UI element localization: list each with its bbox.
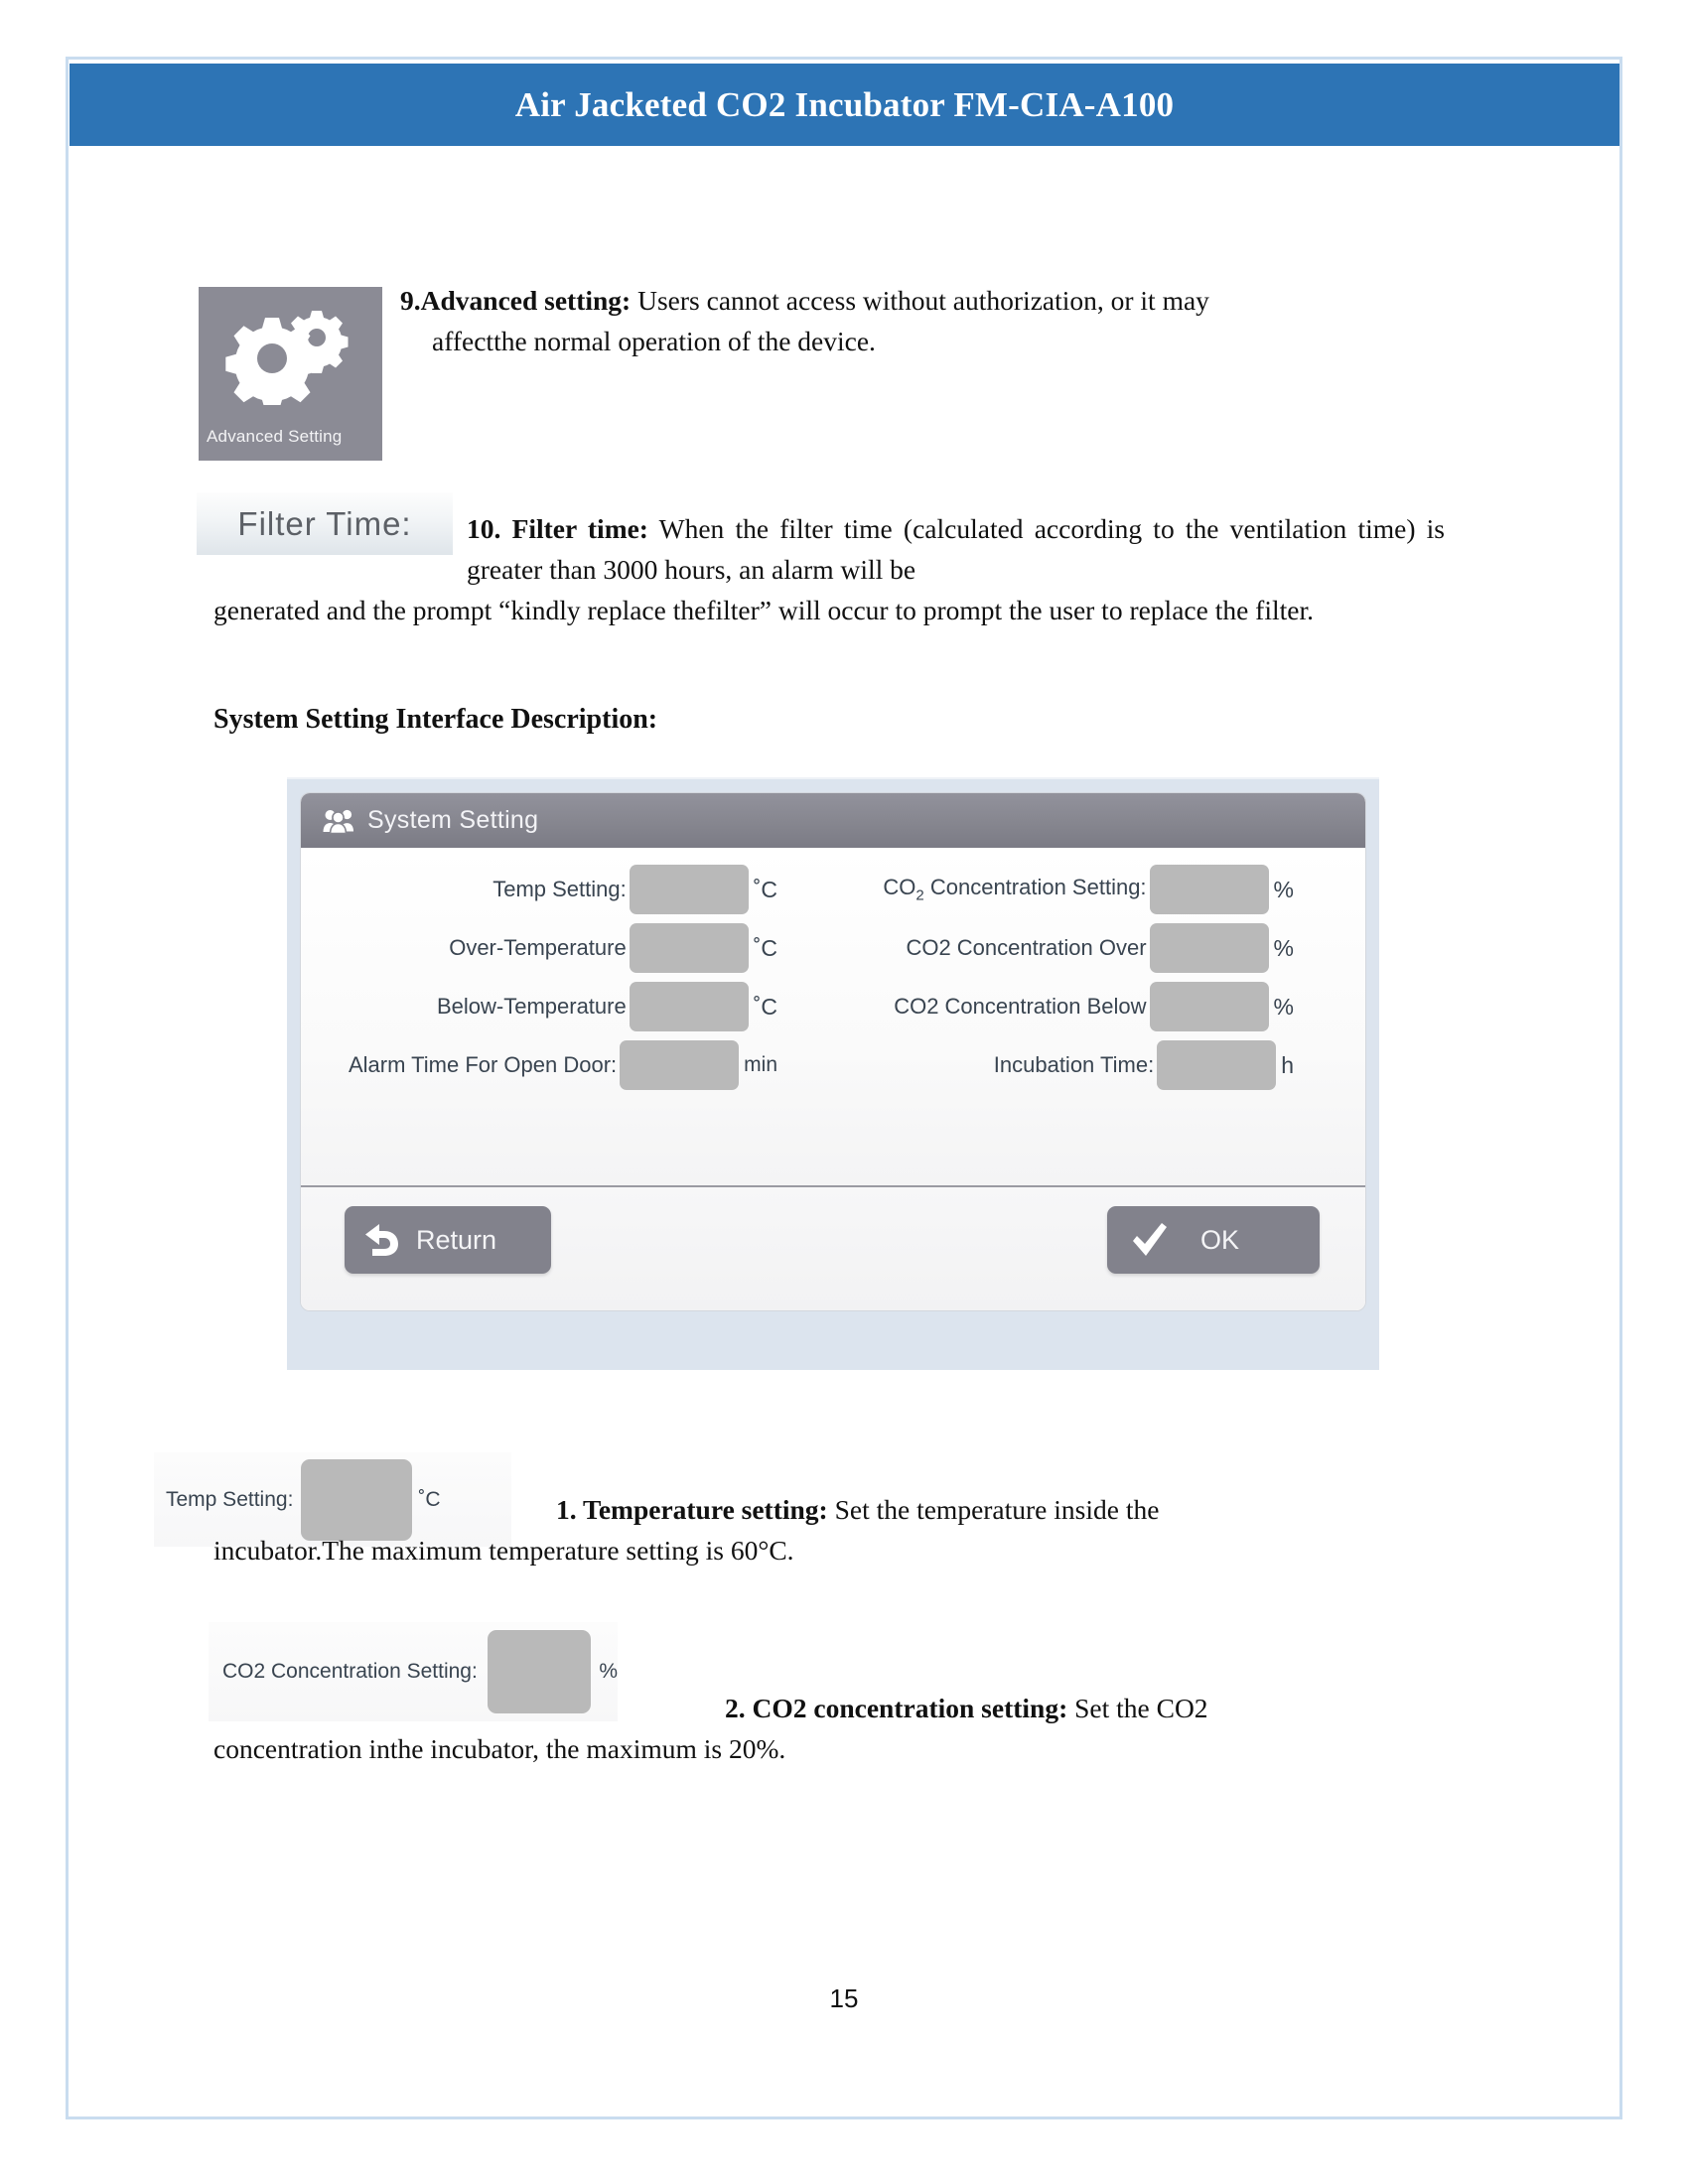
filter-time-chip-label: Filter Time: — [237, 504, 412, 542]
label-over-temperature: Over-Temperature — [449, 935, 627, 960]
unit-alarm-time-open-door: min — [744, 1053, 777, 1076]
field-row-co2-concentration-over: CO2 Concentration Over % — [817, 920, 1294, 976]
co2-setting-title: CO2 concentration setting: — [752, 1693, 1068, 1723]
unit-co2-concentration-over: % — [1273, 934, 1294, 961]
label-temp-setting: Temp Setting: — [492, 877, 627, 901]
advanced-setting-icon-caption: Advanced Setting — [207, 427, 343, 446]
co2-setting-number: 2. — [725, 1693, 753, 1723]
gears-icon — [225, 311, 349, 405]
field-row-alarm-time-open-door: Alarm Time For Open Door: min — [301, 1037, 777, 1093]
callout-input-temp-setting[interactable] — [301, 1458, 413, 1541]
page-title: Air Jacketed CO2 Incubator FM-CIA-A100 — [514, 84, 1175, 124]
ok-button-label: OK — [1200, 1224, 1240, 1255]
page-number: 15 — [829, 1983, 859, 2013]
callout-label-temp-setting: Temp Setting: — [166, 1487, 294, 1511]
filter-time-chip: Filter Time: — [197, 492, 453, 555]
co2-setting-callout: CO2 Concentration Setting: % — [209, 1622, 618, 1721]
document-header-banner: Air Jacketed CO2 Incubator FM-CIA-A100 — [70, 64, 1619, 146]
input-incubation-time[interactable] — [1157, 1040, 1277, 1090]
label-co2-concentration-over: CO2 Concentration Over — [906, 935, 1147, 960]
label-co2-concentration-setting: CO2 Concentration Setting: — [883, 875, 1147, 904]
input-co2-concentration-setting[interactable] — [1149, 865, 1269, 914]
filter-time-number: 10. — [467, 513, 512, 544]
dialog-title: System Setting — [367, 806, 539, 834]
advanced-setting-text-line2: affectthe normal operation of the device… — [432, 326, 876, 356]
return-button[interactable]: Return — [345, 1206, 551, 1274]
dialog-titlebar: System Setting — [301, 793, 1365, 848]
advanced-setting-icon-tile: Advanced Setting — [199, 287, 382, 461]
system-setting-section-heading: System Setting Interface Description: — [213, 704, 658, 735]
input-co2-concentration-below[interactable] — [1149, 982, 1269, 1031]
co2-setting-description-part2: concentration inthe incubator, the maxim… — [213, 1733, 786, 1764]
unit-incubation-time: h — [1281, 1051, 1294, 1078]
label-co2-concentration-below: CO2 Concentration Below — [894, 994, 1147, 1019]
field-row-below-temperature: Below-Temperature ˚C — [301, 979, 777, 1034]
temperature-setting-description-part2: incubator.The maximum temperature settin… — [213, 1535, 794, 1566]
dialog-form-area: Temp Setting: ˚C Over-Temperature ˚C Bel… — [301, 848, 1365, 1185]
input-temp-setting[interactable] — [629, 865, 749, 914]
advanced-setting-title: Advanced setting: — [420, 285, 632, 316]
advanced-setting-number: 9. — [400, 285, 421, 316]
ok-button[interactable]: OK — [1107, 1206, 1320, 1274]
filter-time-title: Filter time: — [511, 513, 648, 544]
filter-time-description-part1: 10. Filter time: When the filter time (c… — [467, 508, 1445, 590]
input-over-temperature[interactable] — [629, 923, 749, 973]
dialog-button-bar: Return OK — [301, 1185, 1365, 1310]
co2-setting-description-part1: 2. CO2 concentration setting: Set the CO… — [725, 1688, 1447, 1728]
advanced-setting-text-line1: Users cannot access without authorizatio… — [631, 285, 1209, 316]
unit-over-temperature: ˚C — [753, 934, 777, 961]
callout-label-co2-setting: CO2 Concentration Setting: — [222, 1660, 478, 1684]
input-below-temperature[interactable] — [629, 982, 749, 1031]
unit-temp-setting: ˚C — [753, 876, 777, 902]
co2-setting-text-part1: Set the CO2 — [1067, 1693, 1208, 1723]
return-button-label: Return — [416, 1224, 497, 1255]
advanced-setting-description: 9.Advanced setting: Users cannot access … — [400, 280, 1423, 361]
input-co2-concentration-over[interactable] — [1149, 923, 1269, 973]
filter-time-description-part2: generated and the prompt “kindly replace… — [213, 595, 1314, 625]
field-row-temp-setting: Temp Setting: ˚C — [301, 862, 777, 917]
field-row-co2-concentration-setting: CO2 Concentration Setting: % — [817, 862, 1294, 917]
field-row-over-temperature: Over-Temperature ˚C — [301, 920, 777, 976]
label-below-temperature: Below-Temperature — [436, 994, 627, 1019]
unit-below-temperature: ˚C — [753, 993, 777, 1020]
input-alarm-time-open-door[interactable] — [620, 1040, 740, 1090]
field-row-co2-concentration-below: CO2 Concentration Below % — [817, 979, 1294, 1034]
temperature-setting-number: 1. — [556, 1494, 584, 1525]
temperature-setting-text-part1: Set the temperature inside the — [827, 1494, 1160, 1525]
system-setting-dialog: System Setting Temp Setting: ˚C Over-Tem… — [300, 792, 1366, 1311]
checkmark-icon — [1133, 1223, 1167, 1256]
callout-label-co2-setting-text: CO2 Concentration Setting: — [222, 1660, 478, 1683]
temperature-setting-title: Temperature setting: — [583, 1494, 828, 1525]
users-group-icon — [323, 809, 353, 834]
callout-unit-co2-setting: % — [599, 1660, 618, 1683]
unit-co2-concentration-setting: % — [1273, 876, 1294, 902]
label-incubation-time: Incubation Time: — [993, 1052, 1155, 1077]
callout-unit-temp-setting: ˚C — [418, 1487, 441, 1511]
unit-co2-concentration-below: % — [1273, 993, 1294, 1020]
label-alarm-time-open-door: Alarm Time For Open Door: — [348, 1052, 618, 1077]
system-setting-dialog-frame: System Setting Temp Setting: ˚C Over-Tem… — [287, 777, 1379, 1370]
temperature-setting-description-part1: 1. Temperature setting: Set the temperat… — [556, 1489, 1447, 1530]
back-arrow-icon — [365, 1224, 398, 1256]
callout-input-co2-setting[interactable] — [487, 1630, 592, 1713]
field-row-incubation-time: Incubation Time: h — [817, 1037, 1294, 1093]
